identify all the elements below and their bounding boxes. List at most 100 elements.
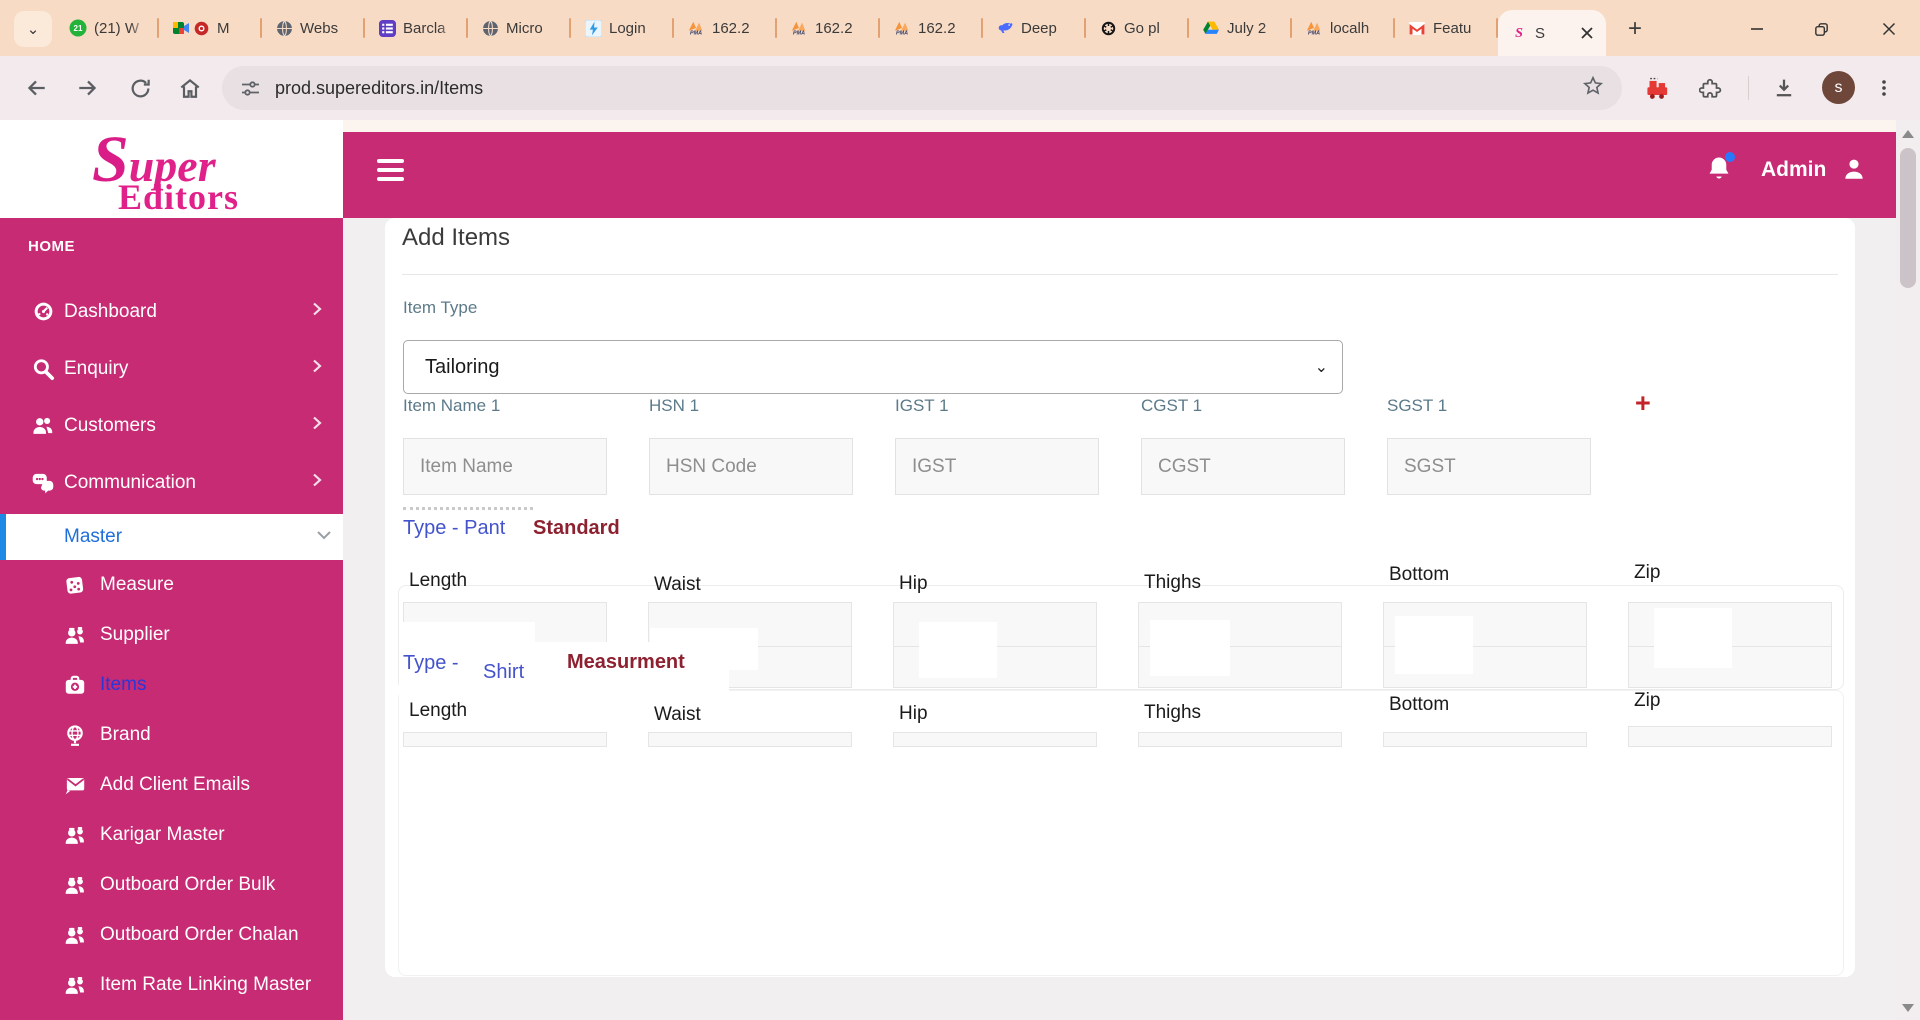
shirt-field-input-bottom[interactable] [1383,732,1587,747]
sidebar-item-customers[interactable]: Customers [0,397,343,454]
browser-tab[interactable]: PMA 162.2 [674,0,777,56]
browser-tab[interactable]: PMA localh [1292,0,1395,56]
item-type-select[interactable]: Tailoring ⌄ [403,340,1343,394]
sidebar-item-communication[interactable]: Communication [0,454,343,511]
sidebar-item-dashboard[interactable]: Dashboard [0,283,343,340]
browser-tab[interactable]: July 2 [1189,0,1292,56]
person-icon[interactable] [1841,156,1867,187]
globe-icon [275,19,293,37]
sidebar-section-home: HOME [28,238,75,255]
white-overlay [1150,620,1230,676]
shirt-type-link-name[interactable]: Shirt [483,661,524,684]
gst-input-sgst[interactable]: SGST [1387,438,1591,495]
tab-label: 162.2 [918,19,956,37]
browser-tab[interactable]: Go pl [1086,0,1189,56]
sidebar-item-supplier[interactable]: Supplier [0,610,343,660]
tab-label: Go pl [1124,19,1160,37]
profile-avatar[interactable]: s [1822,71,1855,104]
scroll-down-arrow-icon[interactable] [1902,1004,1914,1012]
download-icon[interactable] [1768,72,1800,104]
pant-field-label-length: Length [409,570,468,591]
sidebar-item-karigar-master[interactable]: Karigar Master [0,810,343,860]
close-tab-icon[interactable] [1576,22,1598,44]
sidebar-item-brand[interactable]: Brand [0,710,343,760]
hamburger-icon[interactable] [377,159,404,181]
reload-button[interactable] [122,70,158,106]
browser-window: ⌄ 21 (21) W M Webs Barcla Micro Login PMA 162.2 P… [0,0,1920,1020]
browser-tab[interactable]: Micro [468,0,571,56]
browser-tab[interactable]: Barcla [365,0,468,56]
close-window-button[interactable] [1874,14,1904,44]
shirt-field-label-length: Length [409,700,468,721]
site-info-icon[interactable] [240,79,261,98]
browser-tab[interactable]: PMA 162.2 [777,0,880,56]
browser-tab[interactable]: PMA 162.2 [880,0,983,56]
shirt-type-link-prefix[interactable]: Type - [403,652,459,675]
deepseek-icon [996,19,1014,37]
tab-label: localh [1330,19,1370,37]
tab-label: July 2 [1227,19,1267,37]
scrollbar-thumb[interactable] [1900,148,1916,288]
sidebar-item-outboard-order-chalan[interactable]: Outboard Order Chalan [0,910,343,960]
chevron-right-icon [308,357,326,380]
sidebar-item-measure[interactable]: Measure [0,560,343,610]
extensions-puzzle-icon[interactable] [1694,72,1726,104]
sidebar-item-label: Item Rate Linking Master [100,974,312,995]
sidebar-item-label: Measure [100,574,174,595]
input-placeholder: IGST [912,455,957,477]
browser-tab[interactable]: Deep [983,0,1086,56]
pant-type-link[interactable]: Type - Pant [403,517,505,540]
menu-kebab-icon[interactable] [1868,72,1900,104]
record-dot-icon [192,19,210,37]
extension-train-icon[interactable] [1642,72,1674,104]
envelope-icon [62,772,88,798]
browser-tab[interactable]: Featu [1395,0,1498,56]
tab-label: Webs [300,19,339,37]
tab-search-button[interactable]: ⌄ [14,11,52,47]
bookmark-star-icon[interactable] [1582,75,1604,102]
browser-tab[interactable]: 21 (21) W [56,0,159,56]
toolbar-divider [1748,76,1749,100]
minimize-button[interactable] [1742,14,1772,44]
gst-input-hsn-code[interactable]: HSN Code [649,438,853,495]
back-button[interactable] [18,70,54,106]
scroll-up-arrow-icon[interactable] [1902,130,1914,138]
sidebar-item-master[interactable]: Master [0,514,349,560]
sidebar-item-enquiry[interactable]: Enquiry [0,340,343,397]
shirt-field-input-hip[interactable] [893,732,1097,747]
shirt-field-input-zip[interactable] [1628,726,1832,747]
url-text[interactable]: prod.supereditors.in/Items [275,78,483,99]
gst-input-igst[interactable]: IGST [895,438,1099,495]
sidebar-item-add-client-emails[interactable]: Add Client Emails [0,760,343,810]
people-icon [30,413,56,439]
browser-tab[interactable]: M [159,0,262,56]
home-button[interactable] [172,70,208,106]
browser-tab[interactable]: Webs [262,0,365,56]
shirt-field-input-thighs[interactable] [1138,732,1342,747]
sidebar-item-item-rate-linking-master[interactable]: Item Rate Linking Master [0,960,343,1010]
gst-input-item-name[interactable]: Item Name [403,438,607,495]
notification-dot [1725,152,1735,162]
new-tab-button[interactable]: + [1620,14,1650,44]
address-bar[interactable]: prod.supereditors.in/Items [222,66,1622,110]
svg-text:PMA: PMA [690,30,702,36]
phpmyadmin-icon: PMA [1305,19,1323,37]
svg-text:S: S [1515,26,1523,41]
app-logo[interactable]: Super Editors [0,120,343,218]
forward-button[interactable] [70,70,106,106]
add-item-row-button[interactable]: + [1635,388,1651,419]
gst-input-cgst[interactable]: CGST [1141,438,1345,495]
page-scrollbar[interactable] [1896,120,1920,1020]
maximize-button[interactable] [1806,14,1836,44]
sidebar-item-outboard-order-bulk[interactable]: Outboard Order Bulk [0,860,343,910]
chevron-right-icon [308,300,326,323]
pant-field-label-hip: Hip [899,573,928,594]
shirt-field-input-length[interactable] [403,732,607,747]
browser-tab[interactable]: Login [571,0,674,56]
active-tab[interactable]: S S [1498,10,1606,56]
shirt-field-input-waist[interactable] [648,732,852,747]
input-placeholder: CGST [1158,455,1211,477]
admin-label[interactable]: Admin [1761,158,1826,182]
sidebar-item-items[interactable]: Items [0,660,343,710]
tab-strip: ⌄ 21 (21) W M Webs Barcla Micro Login PMA 162.2 P… [0,0,1920,56]
